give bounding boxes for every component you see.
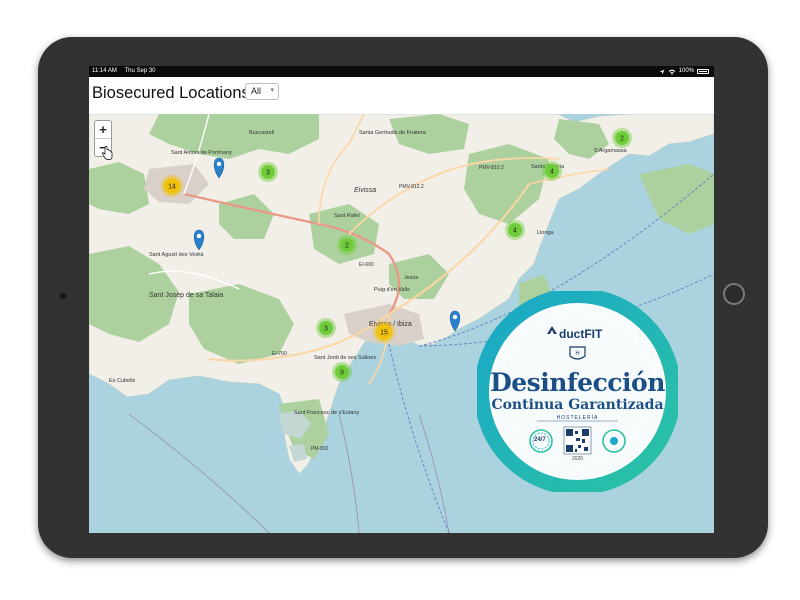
home-button[interactable] [723, 283, 745, 305]
road-label: EI-700 [272, 351, 287, 357]
front-camera [60, 293, 66, 299]
cluster-count: 9 [340, 370, 344, 377]
battery-percent: 100% [678, 68, 694, 74]
place-label: Sant Francesc de s'Estany [294, 410, 359, 416]
badge-24-7-label: 24/7 [534, 437, 546, 443]
place-label: Llonga [537, 230, 554, 236]
badge-title-line2: Continua Garantizada [491, 397, 664, 413]
battery-icon [697, 69, 709, 74]
place-label: Sant Jordi de ses Salines [314, 355, 376, 361]
place-label: Sant Agustí des Vedrà [149, 252, 204, 258]
page-title: Biosecured Locations [92, 84, 250, 102]
road-label: PMV-812.2 [399, 184, 424, 190]
cluster-count: 4 [550, 169, 554, 176]
place-label: Sant Josep de sa Talaia [149, 292, 223, 299]
filter-selected-value: All [251, 86, 262, 96]
place-label: Es Cubells [109, 378, 136, 384]
cluster-marker[interactable]: 4 [542, 161, 562, 181]
cluster-marker[interactable]: 4 [505, 220, 525, 240]
cluster-count: 3 [324, 326, 328, 333]
svg-text:H: H [575, 351, 579, 357]
qr-code-icon [563, 426, 592, 455]
cluster-marker[interactable]: 3 [316, 318, 336, 338]
cluster-count: 4 [513, 228, 517, 235]
chevron-down-icon: ▾ [270, 87, 274, 94]
cluster-count: 15 [380, 330, 388, 337]
cluster-marker[interactable]: 9 [332, 362, 352, 382]
status-date: Thu Sep 30 [124, 68, 156, 74]
ductfit-certification-badge: ELIMINA MÁS DEL 99,9% DE VIRUS Y BACTERI… [474, 287, 681, 495]
road-label: PMV-810.2 [479, 165, 504, 171]
road-label: PM-802 [311, 446, 329, 452]
cluster-marker[interactable]: 15 [373, 321, 395, 343]
place-label: Puig d'en Valls [374, 287, 410, 293]
place-label: Buscastell [249, 130, 274, 136]
place-label: Sant Antoni de Portmany [171, 150, 232, 156]
place-label: Jesús [404, 275, 419, 281]
place-label: Eivissa [354, 187, 376, 194]
location-filter-select[interactable]: All ▾ [245, 83, 279, 100]
badge-title-line1: Desinfección [490, 368, 665, 397]
status-bar: 11:14 AM Thu Sep 30 100% [89, 66, 714, 77]
badge-subtitle: HOSTELERÍA [556, 415, 599, 421]
cluster-marker[interactable]: 2 [337, 235, 357, 255]
cluster-count: 2 [620, 136, 624, 143]
place-label: Sant Rafel [334, 213, 360, 219]
badge-year: 2020 [571, 456, 584, 462]
hand-pointer-cursor-icon [102, 146, 113, 160]
place-label: S'Argamassa [594, 148, 627, 154]
badge-brand-name: ductFIT [559, 327, 603, 341]
wifi-icon [668, 69, 675, 75]
cluster-marker[interactable]: 2 [612, 128, 632, 148]
cluster-count: 2 [345, 243, 349, 250]
place-label: Santa Gertrudis de Fruitera [359, 130, 427, 136]
cluster-marker[interactable]: 3 [258, 162, 278, 182]
app-header: Biosecured Locations All ▾ [89, 77, 714, 115]
status-time: 11:14 AM [92, 68, 117, 74]
app-screen: 11:14 AM Thu Sep 30 100% Biosecured Loca… [89, 66, 714, 533]
cluster-marker[interactable]: 14 [161, 175, 183, 197]
cluster-count: 14 [168, 184, 176, 191]
location-arrow-icon [659, 69, 665, 74]
road-label: EI-600 [359, 262, 374, 268]
zoom-in-button[interactable]: + [95, 121, 111, 139]
cluster-count: 3 [266, 170, 270, 177]
